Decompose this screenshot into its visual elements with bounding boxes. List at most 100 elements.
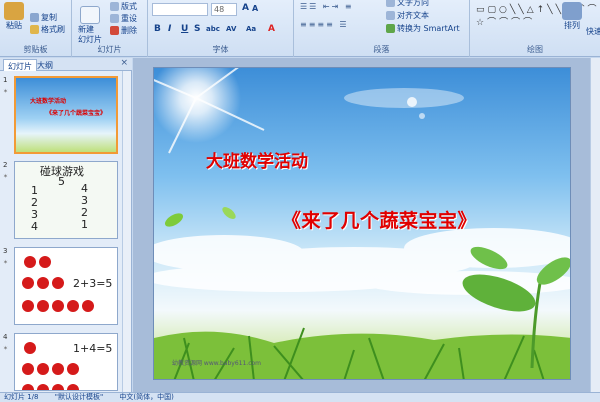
align-buttons[interactable]: ≡≡≡≡ ☰ [300,20,349,29]
copy-button[interactable]: 复制 [30,12,57,23]
layout-button[interactable]: 版式 [110,1,137,12]
slide-number: 3 [3,247,8,255]
tab-outline[interactable]: 大纲 [33,59,57,71]
panel-tabs: 幻灯片 大纲 × [0,58,132,71]
smartart-icon [386,24,395,33]
num-right: 1 [81,218,88,231]
text-direction-label: 文字方向 [397,0,429,7]
paste-label: 粘贴 [6,21,22,30]
arrange-label: 排列 [564,21,580,30]
slide-thumbnail-3[interactable]: 3 ✶ 2+3=5 [0,247,123,327]
slide-title-activity[interactable]: 大班数学活动 [206,147,308,172]
language: 中文(简体，中国) [119,393,174,401]
new-slide-button[interactable]: 新建 幻灯片 [78,6,102,45]
reset-label: 重设 [121,14,137,23]
strikethrough-button[interactable]: S [194,24,200,34]
thumb-right-column: 4 3 2 1 [81,183,88,231]
smartart-label: 转换为 SmartArt [397,24,460,33]
paragraph-group-label: 段落 [373,45,390,54]
font-group-label: 字体 [212,45,229,54]
delete-icon [110,26,119,35]
shrink-font-icon[interactable]: A [252,4,258,13]
drawing-group-label: 绘图 [527,45,543,54]
slide-count: 幻灯片 1/8 [4,393,39,401]
font-group: 48 A A B I U S abc AV Aa A 字体 [148,0,294,57]
slide-thumbnail-1[interactable]: 1 ✶ 大班数学活动 《来了几个蔬菜宝宝》 [0,76,123,156]
slide-number: 2 [3,161,8,169]
copy-label: 复制 [41,13,57,22]
slides-group-label: 幻灯片 [97,45,122,54]
smartart-button[interactable]: 转换为 SmartArt [386,23,460,34]
quick-styles-label: 快速 [586,27,600,36]
slides-group: 新建 幻灯片 版式 重设 删除 幻灯片 [72,0,148,57]
layout-icon [110,2,119,11]
new-slide-label: 新建 幻灯片 [78,25,102,44]
shapes-gallery[interactable]: ▭▢○╲╲△↑╲╲▭⌒⌒{}☆⌒⌒⌒⌒ [476,4,600,30]
slide-title-lesson[interactable]: 《来了几个蔬菜宝宝》 [282,206,477,233]
slide-thumbnail-2[interactable]: 2 ✶ 碰球游戏 5 1 2 3 4 4 3 2 1 [0,161,123,241]
thumbnail-image: 大班数学活动 《来了几个蔬菜宝宝》 [14,76,118,154]
status-bar: 幻灯片 1/8 "默认设计模板" 中文(简体，中国) [0,392,600,402]
main-scrollbar[interactable] [590,58,600,392]
paste-icon [4,2,24,20]
slide-thumbnail-4[interactable]: 4 ✶ 1+4=5 [0,333,123,393]
clipboard-group: 粘贴 复制 格式刷 剪贴板 [0,0,72,57]
thumb-left-column: 1 2 3 4 [31,185,38,233]
animation-icon: ✶ [3,259,9,266]
theme-name: "默认设计模板" [54,393,104,401]
thumb-top-number: 5 [58,175,65,188]
bold-button[interactable]: B [154,24,161,34]
align-text-label: 对齐文本 [397,11,429,20]
paragraph-group: ☰☰ ⇤⇥ ≡ ≡≡≡≡ ☰ 文字方向 对齐文本 转换为 SmartArt 段落 [294,0,470,57]
layout-label: 版式 [121,2,137,11]
paste-button[interactable]: 粘贴 [4,2,24,31]
slide-number: 4 [3,333,8,341]
spacing-button[interactable]: AV [226,25,236,33]
delete-label: 删除 [121,26,137,35]
format-painter-button[interactable]: 格式刷 [30,24,65,35]
shadow-button[interactable]: abc [206,25,220,33]
slides-panel: 幻灯片 大纲 × 1 ✶ 大班数学活动 《来了几个蔬菜宝宝》 2 ✶ 碰球游戏 … [0,58,132,392]
change-case-button[interactable]: Aa [246,25,256,33]
font-size-field[interactable]: 48 [211,3,237,16]
current-slide[interactable]: 大班数学活动 《来了几个蔬菜宝宝》 幼教资源网 www.baby611.com [153,67,571,380]
reset-button[interactable]: 重设 [110,13,137,24]
clipboard-group-label: 剪贴板 [23,45,48,54]
font-name-field[interactable] [152,3,208,16]
align-text-icon [386,11,395,20]
thumb-title2: 《来了几个蔬菜宝宝》 [46,110,107,117]
ribbon: 粘贴 复制 格式刷 剪贴板 新建 幻灯片 版式 重设 删除 幻灯片 48 A A… [0,0,600,57]
slide-number: 1 [3,76,8,84]
animation-icon: ✶ [3,173,9,180]
drawing-group: ▭▢○╲╲△↑╲╲▭⌒⌒{}☆⌒⌒⌒⌒ 排列 快速 绘图 [470,0,600,57]
quick-styles-button[interactable]: 快速 [586,26,600,37]
thumb-equation: 2+3=5 [73,277,113,290]
text-direction-icon [386,0,395,7]
format-painter-label: 格式刷 [41,25,65,34]
list-buttons[interactable]: ☰☰ ⇤⇥ ≡ [300,2,354,11]
align-text-button[interactable]: 对齐文本 [386,10,429,21]
thumbnail-image: 1+4=5 [14,333,118,391]
underline-button[interactable]: U [181,24,188,34]
panel-scrollbar[interactable] [122,71,131,392]
delete-button[interactable]: 删除 [110,25,137,36]
thumbnail-image: 碰球游戏 5 1 2 3 4 4 3 2 1 [14,161,118,239]
italic-button[interactable]: I [168,24,171,34]
reset-icon [110,14,119,23]
close-icon[interactable]: × [120,58,128,68]
font-color-button[interactable]: A [268,24,275,34]
arrange-icon [562,2,582,20]
new-slide-icon [80,6,100,24]
animation-icon: ✶ [3,88,9,95]
thumb-equation: 1+4=5 [73,342,113,355]
animation-icon: ✶ [3,345,9,352]
text-direction-button[interactable]: 文字方向 [386,0,429,8]
grow-font-icon[interactable]: A [242,3,249,13]
format-painter-icon [30,25,39,34]
thumbnail-image: 2+3=5 [14,247,118,325]
tab-slides[interactable]: 幻灯片 [3,59,37,71]
arrange-button[interactable]: 排列 [562,2,582,31]
slide-editing-area: 大班数学活动 《来了几个蔬菜宝宝》 幼教资源网 www.baby611.com [133,58,600,392]
copy-icon [30,13,39,22]
num-left: 4 [31,220,38,233]
